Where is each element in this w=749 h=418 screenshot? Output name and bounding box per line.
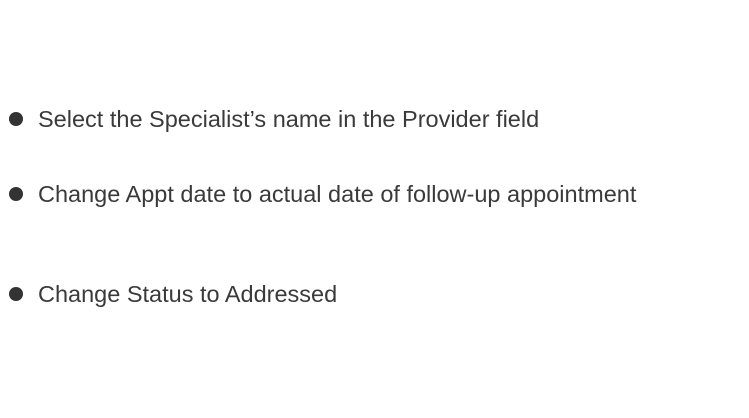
instruction-list: Select the Specialist’s name in the Prov… <box>0 0 749 418</box>
bullet-icon <box>9 187 23 201</box>
list-item: Change Status to Addressed <box>9 281 337 307</box>
instruction-text: Change Status to Addressed <box>38 281 338 307</box>
bullet-icon <box>9 112 23 126</box>
instruction-text: Change Appt date to actual date of follo… <box>38 181 637 207</box>
instruction-text: Select the Specialist’s name in the Prov… <box>38 106 540 132</box>
list-item: Change Appt date to actual date of follo… <box>9 181 636 207</box>
bullet-icon <box>9 287 23 301</box>
list-item: Select the Specialist’s name in the Prov… <box>9 106 539 132</box>
